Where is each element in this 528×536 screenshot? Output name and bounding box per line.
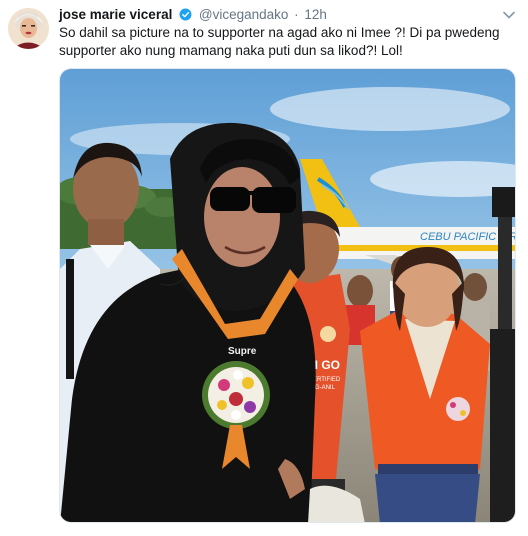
tweet-text: So dahil sa picture na to supporter na a… [59,25,500,58]
tweet-timestamp[interactable]: 12h [304,7,327,22]
tweet-card: jose marie viceral @vicegandako · 12h So… [0,0,528,536]
tweet-header: jose marie viceral @vicegandako · 12h [59,6,496,24]
lanyard-text: Supre [228,346,257,357]
avatar-image [8,8,49,49]
photo-scene: CEBU PACIFIC AIR GOI GO DO CERTIFIED SA … [60,69,515,522]
display-name[interactable]: jose marie viceral [59,7,172,22]
tweet-photo[interactable]: CEBU PACIFIC AIR GOI GO DO CERTIFIED SA … [59,68,516,523]
verified-badge-icon [179,8,192,21]
separator-dot: · [294,7,299,22]
avatar[interactable] [8,8,49,49]
chevron-down-icon[interactable] [502,8,516,22]
user-handle[interactable]: @vicegandako [199,7,289,22]
